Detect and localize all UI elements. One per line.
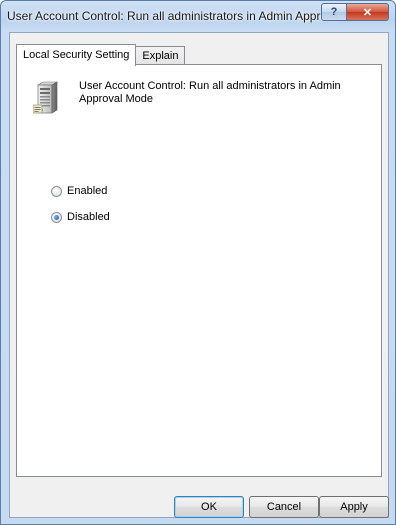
caption-buttons: ? ✕	[321, 3, 389, 21]
radio-disabled[interactable]: Disabled	[51, 211, 110, 223]
help-button[interactable]: ?	[321, 3, 347, 21]
dialog-client-area: Local Security Setting Explain User Acco…	[9, 32, 389, 518]
cancel-button[interactable]: Cancel	[249, 496, 319, 518]
tab-local-security-setting[interactable]: Local Security Setting	[16, 44, 137, 66]
tab-explain[interactable]: Explain	[135, 46, 186, 65]
ok-button[interactable]: OK	[174, 496, 244, 518]
window-title: User Account Control: Run all administra…	[7, 9, 337, 23]
radio-enabled[interactable]: Enabled	[51, 185, 107, 197]
close-icon: ✕	[362, 6, 373, 19]
policy-name: User Account Control: Run all administra…	[79, 80, 341, 105]
help-icon: ?	[330, 6, 338, 18]
apply-button[interactable]: Apply	[319, 496, 389, 518]
tab-strip: Local Security Setting Explain	[16, 43, 186, 66]
title-bar[interactable]: User Account Control: Run all administra…	[1, 1, 395, 33]
tab-panel-local-security-setting: User Account Control: Run all administra…	[16, 64, 382, 477]
radio-label-disabled: Disabled	[67, 211, 110, 223]
radio-button-enabled[interactable]	[51, 185, 62, 197]
server-policy-icon	[33, 81, 59, 114]
close-button[interactable]: ✕	[347, 3, 389, 21]
radio-button-disabled[interactable]	[51, 211, 62, 223]
dialog-window: User Account Control: Run all administra…	[0, 0, 396, 525]
radio-label-enabled: Enabled	[67, 185, 108, 197]
